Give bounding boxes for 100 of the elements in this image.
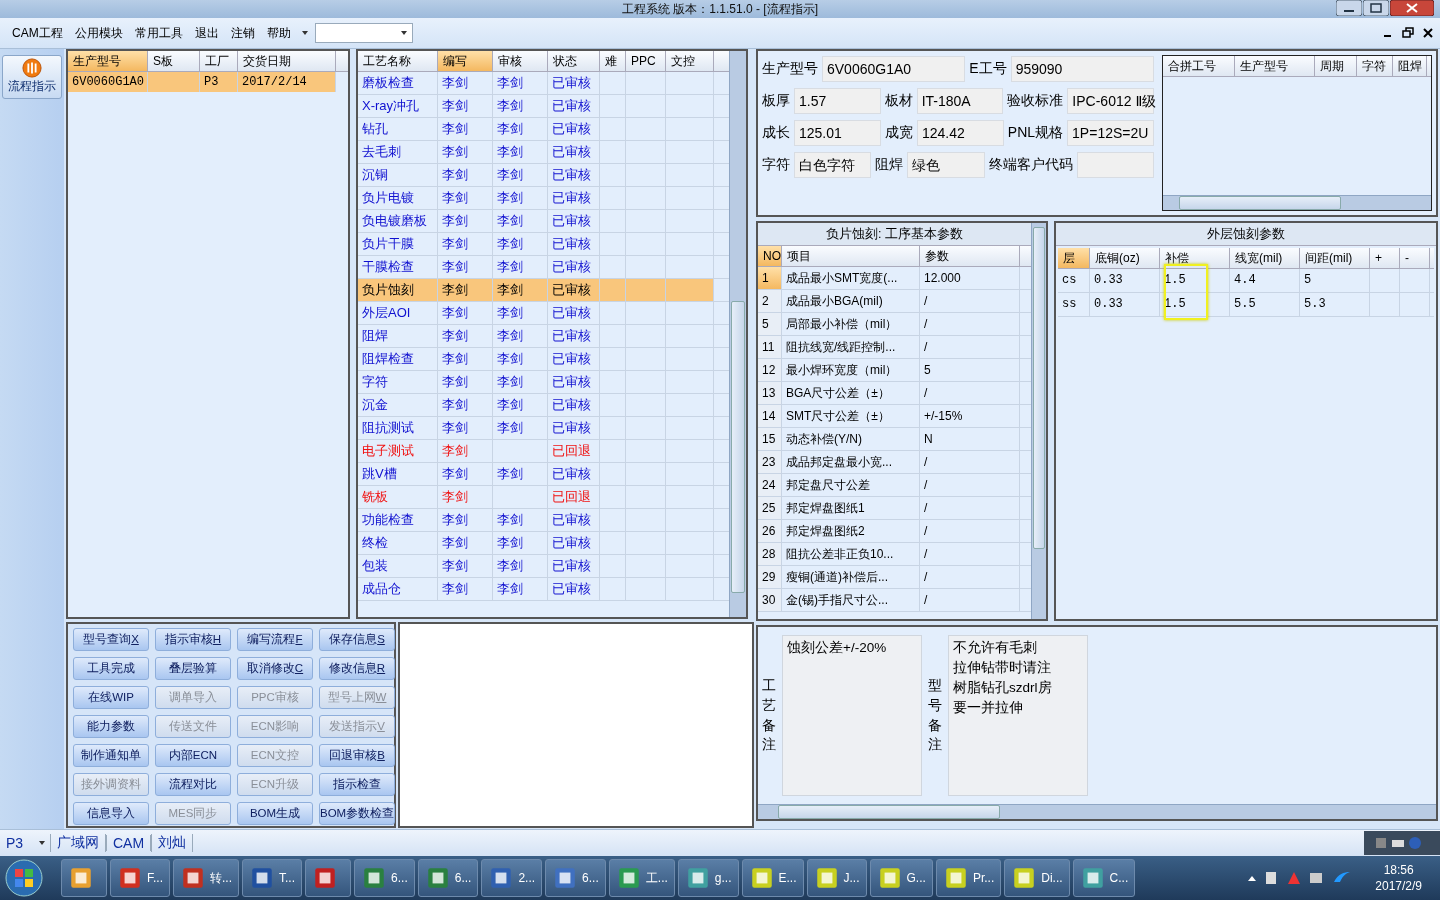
table-row[interactable]: 铣板 李剑 已回退 bbox=[358, 486, 729, 509]
action-button[interactable]: 信息导入 bbox=[73, 802, 149, 825]
column-header[interactable]: PPC bbox=[626, 51, 666, 71]
action-button[interactable]: 在线WIP bbox=[73, 686, 149, 709]
table-row[interactable]: 沉铜 李剑 李剑 已审核 bbox=[358, 164, 729, 187]
table-row[interactable]: 25 邦定焊盘图纸1 / bbox=[758, 497, 1031, 520]
table-row[interactable]: 6V0060G1A0 P3 2017/2/14 bbox=[68, 72, 348, 92]
taskbar-button[interactable]: 6... bbox=[545, 859, 606, 897]
table-row[interactable]: 功能检查 李剑 李剑 已审核 bbox=[358, 509, 729, 532]
column-header[interactable]: 周期 bbox=[1315, 56, 1357, 76]
action-button[interactable]: 制作通知单 bbox=[73, 744, 149, 767]
caret-icon[interactable] bbox=[300, 29, 309, 37]
action-button[interactable]: 内部ECN bbox=[155, 744, 231, 767]
taskbar-button[interactable]: F... bbox=[110, 859, 170, 897]
taskbar-button[interactable]: 2... bbox=[481, 859, 543, 897]
table-row[interactable]: 负片电镀 李剑 李剑 已审核 bbox=[358, 187, 729, 210]
table-row[interactable]: 成品仓 李剑 李剑 已审核 bbox=[358, 578, 729, 601]
menu-item[interactable]: 常用工具 bbox=[128, 24, 189, 42]
table-row[interactable]: 26 邦定焊盘图纸2 / bbox=[758, 520, 1031, 543]
taskbar-button[interactable] bbox=[305, 859, 352, 897]
start-button[interactable] bbox=[4, 858, 44, 898]
table-row[interactable]: 钻孔 李剑 李剑 已审核 bbox=[358, 118, 729, 141]
table-row[interactable]: 29 瘦铜(通道)补偿后... / bbox=[758, 566, 1031, 589]
input-field[interactable]: 白色字符 bbox=[794, 152, 872, 178]
column-header[interactable]: + bbox=[1370, 248, 1400, 268]
table-row[interactable]: 去毛刺 李剑 李剑 已审核 bbox=[358, 141, 729, 164]
table-row[interactable]: 5 局部最小补偿（mil） / bbox=[758, 313, 1031, 336]
table-row[interactable]: 阻焊检查 李剑 李剑 已审核 bbox=[358, 348, 729, 371]
column-header[interactable]: 交货日期 bbox=[238, 51, 336, 71]
column-header[interactable]: 合拼工号 bbox=[1163, 56, 1235, 76]
caret-icon[interactable] bbox=[38, 839, 46, 847]
table-row[interactable]: 30 金(锡)手指尺寸公... / bbox=[758, 589, 1031, 612]
restore-icon[interactable] bbox=[1402, 27, 1414, 39]
menu-item[interactable]: 公用模块 bbox=[68, 24, 129, 42]
table-row[interactable]: 15 动态补偿(Y/N) N bbox=[758, 428, 1031, 451]
column-header[interactable]: 项目 bbox=[782, 246, 920, 266]
table-row[interactable]: 24 邦定盘尺寸公差 / bbox=[758, 474, 1031, 497]
input-field[interactable]: 124.42 bbox=[916, 120, 1004, 146]
column-header[interactable]: 底铜(oz) bbox=[1090, 248, 1160, 268]
column-header[interactable]: 层 bbox=[1058, 248, 1090, 268]
remark-field[interactable]: 蚀刻公差+/-20% bbox=[782, 635, 922, 796]
column-header[interactable]: 参数 bbox=[920, 246, 1020, 266]
column-header[interactable]: 状态 bbox=[548, 51, 600, 71]
table-row[interactable]: 电子测试 李剑 已回退 bbox=[358, 440, 729, 463]
column-header[interactable]: 阻焊 bbox=[1393, 56, 1427, 76]
action-button[interactable]: 取消修改C bbox=[237, 657, 313, 680]
table-row[interactable]: 磨板检查 李剑 李剑 已审核 bbox=[358, 72, 729, 95]
menu-item[interactable]: CAM工程 bbox=[6, 24, 69, 42]
taskbar-button[interactable]: 6... bbox=[417, 859, 479, 897]
action-button[interactable]: 流程对比 bbox=[155, 773, 231, 796]
scroll-bar[interactable] bbox=[1163, 195, 1431, 210]
taskbar-button[interactable]: 转... bbox=[173, 859, 240, 897]
close-icon[interactable] bbox=[1390, 0, 1434, 16]
table-row[interactable]: 负片蚀刻 李剑 李剑 已审核 bbox=[358, 279, 729, 302]
action-button[interactable]: 能力参数 bbox=[73, 715, 149, 738]
input-field[interactable]: 125.01 bbox=[794, 120, 881, 146]
column-header[interactable]: 生产型号 bbox=[68, 51, 148, 71]
taskbar-button[interactable]: E... bbox=[741, 859, 804, 897]
input-field[interactable] bbox=[1076, 152, 1154, 178]
table-row[interactable]: X-ray冲孔 李剑 李剑 已审核 bbox=[358, 95, 729, 118]
taskbar-button[interactable]: G... bbox=[869, 859, 933, 897]
action-button[interactable]: 修改信息R bbox=[319, 657, 395, 680]
table-row[interactable]: 外层AOI 李剑 李剑 已审核 bbox=[358, 302, 729, 325]
remark-field[interactable]: 不允许有毛刺 拉伸钻带时请注 树脂钻孔szdrl房 要一并拉伸 bbox=[948, 635, 1088, 796]
minimize-icon[interactable] bbox=[1336, 0, 1362, 16]
column-header[interactable]: 审核 bbox=[493, 51, 548, 71]
column-header[interactable]: 字符 bbox=[1357, 56, 1393, 76]
close-icon[interactable] bbox=[1422, 27, 1434, 39]
scroll-bar[interactable] bbox=[758, 804, 1436, 819]
input-field[interactable]: 1.57 bbox=[794, 88, 881, 114]
language-bar[interactable] bbox=[1364, 831, 1440, 855]
action-button[interactable]: 编写流程F bbox=[237, 628, 313, 651]
taskbar-button[interactable]: Pr... bbox=[935, 859, 1002, 897]
action-button[interactable]: 保存信息S bbox=[319, 628, 395, 651]
scroll-bar[interactable] bbox=[729, 51, 746, 617]
table-row[interactable]: 负片干膜 李剑 李剑 已审核 bbox=[358, 233, 729, 256]
action-button[interactable]: BOM参数检查 bbox=[319, 802, 395, 825]
taskbar-button[interactable]: 6... bbox=[354, 859, 415, 897]
action-button[interactable]: BOM生成 bbox=[237, 802, 313, 825]
table-row[interactable]: 2 成品最小BGA(mil) / bbox=[758, 290, 1031, 313]
table-row[interactable]: 跳V槽 李剑 李剑 已审核 bbox=[358, 463, 729, 486]
menu-item[interactable]: 退出 bbox=[188, 24, 225, 42]
column-header[interactable]: 生产型号 bbox=[1235, 56, 1315, 76]
input-field[interactable]: 959090 bbox=[1010, 56, 1154, 82]
input-field[interactable]: 6V0060G1A0 bbox=[822, 56, 966, 82]
taskbar-button[interactable]: 工... bbox=[608, 859, 675, 897]
column-header[interactable]: 文控 bbox=[666, 51, 714, 71]
taskbar-button[interactable] bbox=[61, 859, 107, 897]
flow-guide-button[interactable]: 流程指示 bbox=[2, 55, 62, 99]
table-row[interactable]: 包装 李剑 李剑 已审核 bbox=[358, 555, 729, 578]
dropdown-field[interactable] bbox=[314, 23, 413, 43]
menu-item[interactable]: 注销 bbox=[224, 24, 261, 42]
taskbar-button[interactable]: Di... bbox=[1004, 859, 1070, 897]
scroll-bar[interactable] bbox=[1031, 223, 1046, 619]
column-header[interactable]: 工厂 bbox=[200, 51, 238, 71]
table-row[interactable]: 28 阻抗公差非正负10... / bbox=[758, 543, 1031, 566]
table-row[interactable]: 沉金 李剑 李剑 已审核 bbox=[358, 394, 729, 417]
table-row[interactable]: 阻抗测试 李剑 李剑 已审核 bbox=[358, 417, 729, 440]
column-header[interactable]: - bbox=[1400, 248, 1430, 268]
action-button[interactable]: 回退审核B bbox=[319, 744, 395, 767]
